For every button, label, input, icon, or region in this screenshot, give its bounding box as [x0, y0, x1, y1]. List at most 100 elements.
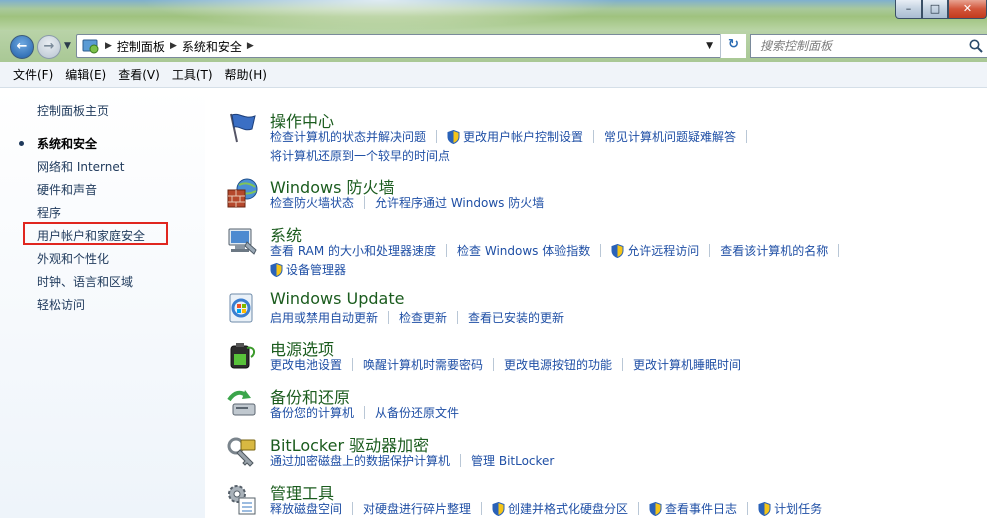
task-link[interactable]: 唤醒计算机时需要密码 — [363, 356, 483, 373]
breadcrumb-control-panel[interactable]: 控制面板 — [117, 38, 165, 55]
forward-button[interactable]: → — [37, 35, 61, 59]
task-link[interactable]: 更改用户帐户控制设置 — [463, 128, 583, 145]
task-link[interactable]: 管理 BitLocker — [471, 452, 554, 469]
link-row: 通过加密磁盘上的数据保护计算机 管理 BitLocker — [270, 452, 554, 469]
separator — [593, 130, 595, 143]
separator — [746, 130, 748, 143]
separator — [436, 130, 438, 143]
address-dropdown-icon[interactable]: ▼ — [706, 41, 713, 51]
task-link[interactable]: 从备份还原文件 — [375, 404, 459, 421]
uac-shield-icon — [492, 501, 505, 516]
link-row: 更改电池设置 唤醒计算机时需要密码 更改电源按钮的功能 更改计算机睡眠时间 — [270, 356, 741, 373]
recent-pages-dropdown-icon[interactable]: ▼ — [64, 41, 71, 51]
bitlocker-icon — [227, 437, 256, 467]
separator — [481, 502, 483, 515]
maximize-button[interactable]: □ — [922, 0, 948, 19]
separator — [446, 244, 448, 257]
sidebar: 控制面板主页 系统和安全 网络和 Internet 硬件和声音 程序 用户帐户和… — [0, 88, 205, 518]
close-button[interactable]: ✕ — [948, 0, 987, 19]
category-title[interactable]: Windows Update — [270, 289, 404, 308]
task-link[interactable]: 将计算机还原到一个较早的时间点 — [270, 147, 450, 164]
breadcrumb-separator[interactable]: ▶ — [105, 41, 112, 51]
task-link[interactable]: 计划任务 — [774, 500, 822, 517]
separator — [493, 358, 495, 371]
sidebar-item-system-security: 系统和安全 — [37, 137, 98, 151]
separator — [388, 311, 390, 324]
sidebar-item-network[interactable]: 网络和 Internet — [37, 158, 124, 175]
separator — [600, 244, 602, 257]
separator — [838, 244, 840, 257]
separator — [457, 311, 459, 324]
navigation-bar: ← → ▼ ▶ 控制面板 ▶ 系统和安全 ▶ ▼ ↻ — [0, 30, 987, 62]
computer-icon — [228, 228, 257, 255]
breadcrumb-separator[interactable]: ▶ — [170, 41, 177, 51]
menu-file[interactable]: 文件(F) — [8, 63, 58, 86]
sidebar-item-ease-of-access[interactable]: 轻松访问 — [37, 296, 85, 313]
sidebar-item-programs[interactable]: 程序 — [37, 204, 61, 221]
highlight-box — [23, 222, 168, 245]
task-link[interactable]: 更改电池设置 — [270, 356, 342, 373]
menu-help[interactable]: 帮助(H) — [220, 63, 272, 86]
separator — [747, 502, 749, 515]
menu-tools[interactable]: 工具(T) — [167, 63, 218, 86]
task-link[interactable]: 允许程序通过 Windows 防火墙 — [375, 194, 544, 211]
task-link[interactable]: 查看 RAM 的大小和处理器速度 — [270, 242, 436, 259]
task-link[interactable]: 查看已安装的更新 — [468, 309, 564, 326]
separator — [364, 196, 366, 209]
task-link[interactable]: 对硬盘进行碎片整理 — [363, 500, 471, 517]
task-link[interactable]: 设备管理器 — [286, 261, 346, 278]
windows-update-icon — [229, 293, 253, 323]
separator — [352, 358, 354, 371]
refresh-button[interactable]: ↻ — [720, 34, 746, 58]
task-link[interactable]: 常见计算机问题疑难解答 — [604, 128, 736, 145]
separator — [460, 454, 462, 467]
uac-shield-icon — [270, 262, 283, 277]
task-link[interactable]: 备份您的计算机 — [270, 404, 354, 421]
task-link[interactable]: 创建并格式化硬盘分区 — [508, 500, 628, 517]
search-input[interactable] — [760, 39, 960, 53]
separator — [709, 244, 711, 257]
sidebar-item-clock-region[interactable]: 时钟、语言和区域 — [37, 273, 133, 290]
admin-tools-icon — [228, 485, 256, 515]
task-link[interactable]: 允许远程访问 — [627, 242, 699, 259]
task-link[interactable]: 检查更新 — [399, 309, 447, 326]
uac-shield-icon — [649, 501, 662, 516]
uac-shield-icon — [447, 129, 460, 144]
task-link[interactable]: 通过加密磁盘上的数据保护计算机 — [270, 452, 450, 469]
breadcrumb-system-security[interactable]: 系统和安全 — [182, 38, 242, 55]
control-panel-icon — [82, 39, 99, 54]
task-link[interactable]: 检查 Windows 体验指数 — [457, 242, 590, 259]
menu-view[interactable]: 查看(V) — [113, 63, 165, 86]
battery-icon — [230, 343, 256, 369]
task-link[interactable]: 查看该计算机的名称 — [720, 242, 828, 259]
back-button[interactable]: ← — [10, 35, 34, 59]
link-row: 检查计算机的状态并解决问题 更改用户帐户控制设置 常见计算机问题疑难解答 — [270, 128, 757, 145]
separator — [364, 406, 366, 419]
link-row: 将计算机还原到一个较早的时间点 — [270, 147, 450, 164]
task-link[interactable]: 更改电源按钮的功能 — [504, 356, 612, 373]
task-link[interactable]: 检查防火墙状态 — [270, 194, 354, 211]
address-bar[interactable]: ▶ 控制面板 ▶ 系统和安全 ▶ ▼ — [76, 34, 746, 58]
link-row: 设备管理器 — [270, 261, 346, 278]
breadcrumb-separator[interactable]: ▶ — [247, 41, 254, 51]
link-row: 查看 RAM 的大小和处理器速度 检查 Windows 体验指数 允许远程访问 … — [270, 242, 849, 259]
search-icon[interactable] — [968, 38, 984, 54]
menu-edit[interactable]: 编辑(E) — [60, 63, 111, 86]
task-link[interactable]: 启用或禁用自动更新 — [270, 309, 378, 326]
minimize-button[interactable]: – — [895, 0, 922, 19]
title-bar: – □ ✕ — [0, 0, 987, 30]
flag-icon — [230, 113, 256, 143]
task-link[interactable]: 查看事件日志 — [665, 500, 737, 517]
sidebar-item-appearance[interactable]: 外观和个性化 — [37, 250, 109, 267]
sidebar-item-hardware[interactable]: 硬件和声音 — [37, 181, 97, 198]
search-box[interactable] — [750, 34, 987, 58]
task-link[interactable]: 检查计算机的状态并解决问题 — [270, 128, 426, 145]
current-bullet — [19, 141, 24, 146]
task-link[interactable]: 更改计算机睡眠时间 — [633, 356, 741, 373]
sidebar-item-home[interactable]: 控制面板主页 — [37, 102, 109, 119]
link-row: 启用或禁用自动更新 检查更新 查看已安装的更新 — [270, 309, 564, 326]
firewall-icon — [227, 178, 258, 208]
link-row: 备份您的计算机 从备份还原文件 — [270, 404, 459, 421]
task-link[interactable]: 释放磁盘空间 — [270, 500, 342, 517]
uac-shield-icon — [611, 243, 624, 258]
